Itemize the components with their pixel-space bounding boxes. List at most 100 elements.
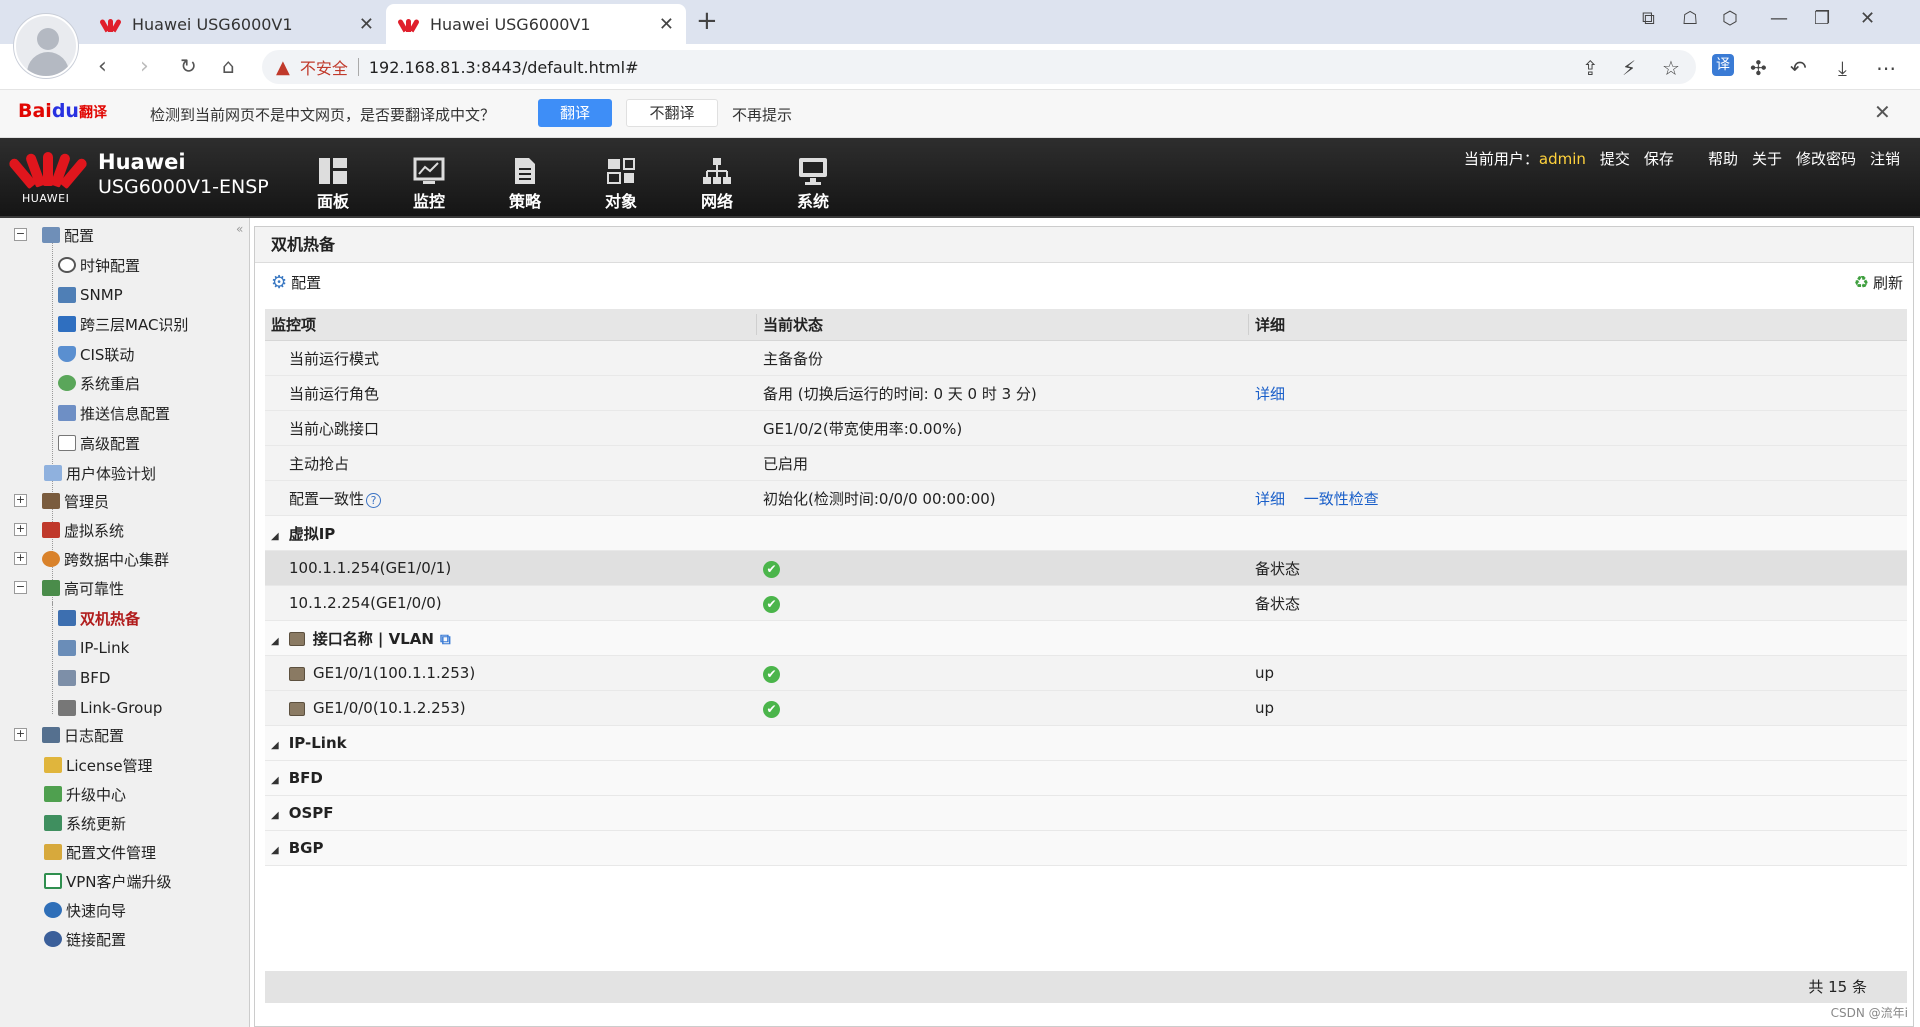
- sidebar-item-link-group[interactable]: Link-Group: [58, 697, 162, 719]
- no-translate-button[interactable]: 不翻译: [626, 99, 718, 127]
- lightning-icon[interactable]: ⚡: [1622, 56, 1636, 80]
- sidebar-item-upgrade[interactable]: 升级中心: [44, 783, 126, 805]
- sidebar-item-cluster[interactable]: + 跨数据中心集群: [14, 548, 169, 570]
- close-icon[interactable]: ✕: [359, 14, 374, 35]
- expand-icon[interactable]: +: [14, 494, 27, 507]
- expand-icon[interactable]: +: [14, 728, 27, 741]
- sidebar-item-reboot[interactable]: 系统重启: [58, 372, 140, 394]
- column-header[interactable]: 详细: [1249, 314, 1907, 335]
- message-icon: [58, 405, 76, 421]
- back-icon[interactable]: ‹: [98, 54, 107, 79]
- sidebar-item-snmp[interactable]: SNMP: [58, 284, 123, 306]
- watermark: CSDN @流年i: [1830, 1006, 1908, 1020]
- sidebar-item-bfd[interactable]: BFD: [58, 667, 110, 689]
- sidebar-item-log[interactable]: + 日志配置: [14, 724, 124, 746]
- new-tab-icon[interactable]: +: [696, 6, 718, 36]
- translate-button[interactable]: 翻译: [538, 99, 612, 127]
- browser-tab-1[interactable]: Huawei USG6000V1 ✕: [88, 4, 386, 44]
- sidebar-item-vpn-client[interactable]: VPN客户端升级: [44, 870, 172, 892]
- table-row: GE1/0/1(100.1.1.253) ✔ up: [265, 656, 1907, 691]
- folder-icon: [44, 844, 62, 860]
- nav-system[interactable]: 系统: [778, 156, 848, 212]
- sidebar-item-update[interactable]: 系统更新: [44, 812, 126, 834]
- check-icon: ✔: [763, 665, 780, 683]
- role-detail-link[interactable]: 详细: [1255, 385, 1285, 403]
- nav-policy[interactable]: 策略: [490, 156, 560, 212]
- sidebar-item-admin[interactable]: + 管理员: [14, 490, 109, 512]
- profile-avatar[interactable]: [14, 14, 78, 78]
- sidebar-item-config[interactable]: − 配置: [14, 224, 94, 246]
- sidebar-item-link-config[interactable]: 链接配置: [44, 928, 126, 950]
- puzzle-icon[interactable]: ✣: [1750, 56, 1767, 80]
- restore-icon[interactable]: ❐: [1814, 8, 1830, 29]
- sidebar-item-advanced[interactable]: 高级配置: [58, 432, 140, 454]
- change-password-link[interactable]: 修改密码: [1796, 148, 1856, 169]
- never-prompt-button[interactable]: 不再提示: [732, 104, 792, 125]
- sidebar-item-push[interactable]: 推送信息配置: [58, 402, 170, 424]
- save-link[interactable]: 保存: [1644, 148, 1674, 169]
- expand-icon[interactable]: +: [14, 552, 27, 565]
- refresh-button[interactable]: ♻ 刷新: [1854, 272, 1903, 293]
- bfd-icon: [58, 670, 76, 686]
- window-close-icon[interactable]: ✕: [1860, 8, 1875, 29]
- help-link[interactable]: 帮助: [1708, 148, 1738, 169]
- snmp-icon: [58, 287, 76, 303]
- consistency-detail-link[interactable]: 详细: [1255, 490, 1285, 508]
- sidebar-item-license[interactable]: License管理: [44, 754, 153, 776]
- collapse-icon[interactable]: −: [14, 228, 27, 241]
- translate-icon[interactable]: 译: [1712, 54, 1734, 76]
- consistency-check-link[interactable]: 一致性检查: [1304, 490, 1379, 508]
- minimize-icon[interactable]: —: [1770, 8, 1788, 29]
- collapse-icon[interactable]: −: [14, 581, 27, 594]
- collapse-sidebar-icon[interactable]: «: [236, 222, 243, 236]
- sidebar-item-cis[interactable]: CIS联动: [58, 343, 134, 365]
- sidebar-item-ux[interactable]: 用户体验计划: [44, 462, 156, 484]
- sidebar-item-mac[interactable]: 跨三层MAC识别: [58, 313, 188, 335]
- group-interface[interactable]: ◢ 接口名称 | VLAN ⧉: [265, 621, 1907, 656]
- about-link[interactable]: 关于: [1752, 148, 1782, 169]
- expand-icon[interactable]: +: [14, 523, 27, 536]
- nav-dashboard[interactable]: 面板: [298, 156, 368, 212]
- share-icon[interactable]: ⇪: [1582, 56, 1599, 80]
- group-ospf[interactable]: ◢ OSPF: [265, 796, 1907, 831]
- help-icon[interactable]: ?: [366, 492, 382, 508]
- collections-icon[interactable]: ☖: [1682, 8, 1698, 29]
- nav-monitor[interactable]: 监控: [394, 156, 464, 212]
- nav-network[interactable]: 网络: [682, 156, 752, 212]
- browser-tab-2[interactable]: Huawei USG6000V1 ✕: [386, 4, 686, 44]
- column-header[interactable]: 当前状态: [757, 314, 1249, 335]
- shield-icon: [58, 346, 76, 362]
- star-icon[interactable]: ☆: [1662, 56, 1680, 80]
- vlan-icon: ⧉: [439, 629, 451, 648]
- group-bgp[interactable]: ◢ BGP: [265, 831, 1907, 866]
- table-row: GE1/0/0(10.1.2.253) ✔ up: [265, 691, 1907, 726]
- sidebar-item-config-file[interactable]: 配置文件管理: [44, 841, 156, 863]
- config-button[interactable]: ⚙ 配置: [271, 272, 321, 293]
- expand-arrow-icon: ◢: [271, 635, 279, 647]
- sidebar-item-vsys[interactable]: + 虚拟系统: [14, 519, 124, 541]
- undo-icon[interactable]: ↶: [1790, 56, 1807, 80]
- column-header[interactable]: 监控项: [265, 314, 757, 335]
- close-icon[interactable]: ✕: [1874, 100, 1891, 124]
- sidebar-item-iplink[interactable]: IP-Link: [58, 637, 129, 659]
- policy-icon: [509, 156, 541, 186]
- home-icon[interactable]: ⌂: [222, 54, 235, 78]
- forward-icon[interactable]: ›: [140, 54, 149, 79]
- logout-link[interactable]: 注销: [1870, 148, 1900, 169]
- nav-object[interactable]: 对象: [586, 156, 656, 212]
- sidebar-item-clock[interactable]: 时钟配置: [58, 254, 140, 276]
- group-virtual-ip[interactable]: ◢ 虚拟IP: [265, 516, 1907, 551]
- download-icon[interactable]: ⤓: [1838, 56, 1847, 80]
- url-field[interactable]: ▲ 不安全 192.168.81.3:8443/default.html#: [262, 50, 1696, 84]
- close-icon[interactable]: ✕: [659, 14, 674, 35]
- submit-link[interactable]: 提交: [1600, 148, 1630, 169]
- workspaces-icon[interactable]: ⧉: [1642, 8, 1655, 29]
- sidebar-item-ha[interactable]: − 高可靠性: [14, 577, 124, 599]
- extensions-icon[interactable]: ⬡: [1722, 8, 1738, 29]
- group-ip-link[interactable]: ◢ IP-Link: [265, 726, 1907, 761]
- more-icon[interactable]: ⋯: [1876, 56, 1896, 80]
- sidebar-item-wizard[interactable]: 快速向导: [44, 899, 126, 921]
- reload-icon[interactable]: ↻: [180, 54, 197, 78]
- group-bfd[interactable]: ◢ BFD: [265, 761, 1907, 796]
- sidebar-item-hot-standby[interactable]: 双机热备: [58, 607, 140, 629]
